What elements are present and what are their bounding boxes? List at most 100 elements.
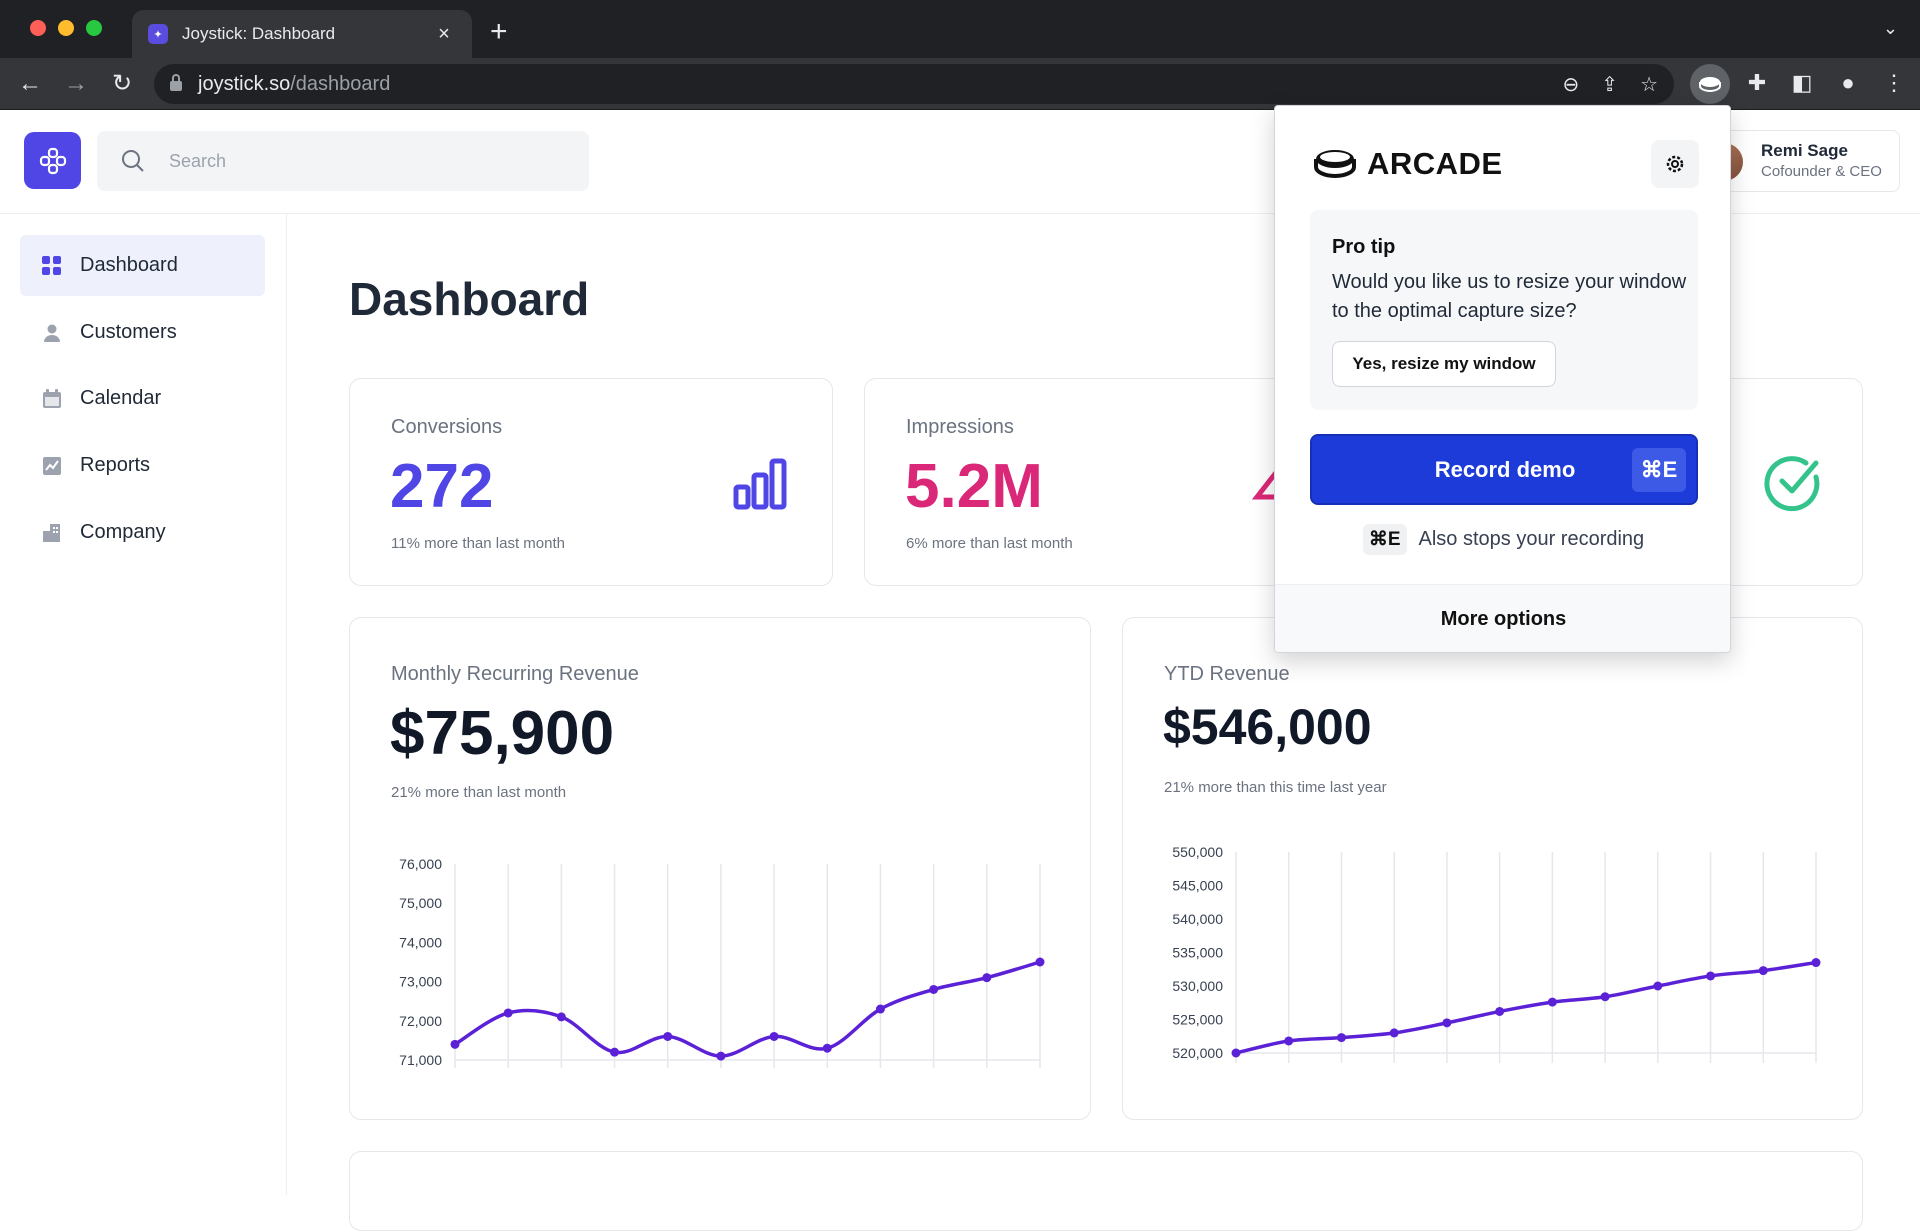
search-placeholder: Search [169, 150, 227, 171]
card-sub: 21% more than last month [391, 784, 567, 801]
stat-sub: 6% more than last month [906, 535, 1073, 552]
joystick-favicon-icon: ✦ [148, 24, 168, 44]
sidebar-item-dashboard[interactable]: Dashboard [20, 235, 265, 296]
conversions-card: Conversions 272 11% more than last month [349, 378, 833, 586]
url-path: /dashboard [290, 72, 391, 95]
pro-tip-box: Pro tip Would you like us to resize your… [1310, 210, 1698, 410]
lock-icon [170, 74, 182, 91]
tab-title: Joystick: Dashboard [182, 24, 336, 43]
y-tick-label: 74,000 [399, 934, 442, 950]
data-point [716, 1051, 726, 1061]
card-value: $75,900 [390, 699, 615, 768]
y-tick-label: 76,000 [399, 856, 442, 872]
data-point [1758, 966, 1768, 976]
close-window-button[interactable] [30, 20, 46, 36]
minimize-window-button[interactable] [58, 20, 74, 36]
sidebar-item-customers[interactable]: Customers [20, 302, 265, 363]
sidebar-item-label: Dashboard [80, 254, 178, 276]
sidebar-item-label: Company [80, 521, 166, 543]
joystick-logo-icon[interactable] [24, 132, 81, 189]
zoom-icon[interactable]: ⊖ [1563, 72, 1580, 97]
stat-value: 5.2M [905, 452, 1043, 521]
resize-window-button[interactable]: Yes, resize my window [1332, 341, 1556, 387]
y-tick-label: 525,000 [1172, 1012, 1223, 1028]
ytd-card: YTD Revenue $546,000 21% more than this … [1122, 617, 1863, 1120]
data-point [1653, 981, 1663, 991]
series-line [454, 960, 1041, 1058]
address-bar[interactable]: joystick.so/dashboard ⊖ ⇪ ☆ [154, 64, 1674, 104]
chart-image-icon [43, 456, 61, 475]
stop-text: Also stops your recording [1418, 528, 1645, 550]
gear-icon [1666, 155, 1684, 173]
mrr-line-chart: 76,000 75,000 74,000 73,000 72,000 71,000 [399, 856, 1045, 1068]
data-point [1284, 1036, 1294, 1046]
y-tick-label: 545,000 [1172, 878, 1223, 894]
y-tick-label: 540,000 [1172, 911, 1223, 927]
sidebar-item-company[interactable]: Company [20, 502, 265, 563]
share-icon[interactable]: ⇪ [1601, 72, 1618, 97]
url-host: joystick.so [198, 72, 291, 95]
sidebar-item-label: Reports [80, 454, 151, 476]
stat-value: 272 [390, 452, 494, 521]
check-circle-icon [1764, 456, 1820, 512]
zoom-window-button[interactable] [86, 20, 102, 36]
browser-tab[interactable]: ✦ Joystick: Dashboard × [132, 10, 472, 58]
stat-label: Impressions [906, 416, 1014, 438]
user-name: Remi Sage [1761, 141, 1848, 160]
data-point [1035, 957, 1045, 967]
page-title: Dashboard [349, 273, 590, 325]
forward-arrow-icon[interactable]: → [62, 70, 90, 98]
search-input[interactable]: Search [97, 131, 589, 191]
data-point [663, 1031, 673, 1041]
back-arrow-icon[interactable]: ← [16, 70, 44, 98]
y-tick-label: 530,000 [1172, 978, 1223, 994]
data-point [503, 1008, 513, 1018]
stop-shortcut: ⌘E [1362, 524, 1407, 555]
chevron-down-icon[interactable]: ⌄ [1883, 18, 1898, 39]
side-panel-icon[interactable]: ◧ [1787, 70, 1817, 96]
stop-hint: ⌘E Also stops your recording [1275, 524, 1730, 555]
data-point [1811, 958, 1821, 968]
card-label: Monthly Recurring Revenue [391, 663, 639, 685]
arcade-wordmark: ARCADE [1367, 146, 1503, 181]
data-point [822, 1043, 832, 1053]
kebab-menu-icon[interactable]: ⋮ [1879, 70, 1909, 96]
new-tab-button[interactable]: + [490, 14, 508, 50]
tip-text: Would you like us to resize your window … [1332, 271, 1687, 322]
bottom-card [349, 1151, 1863, 1231]
card-label: YTD Revenue [1164, 663, 1290, 685]
star-icon[interactable]: ☆ [1640, 72, 1658, 97]
arcade-extension-icon[interactable] [1690, 64, 1730, 104]
card-sub: 21% more than this time last year [1164, 779, 1387, 796]
y-tick-label: 72,000 [399, 1013, 442, 1029]
calendar-icon [43, 388, 61, 408]
arcade-logo: ARCADE [1313, 146, 1503, 182]
card-value: $546,000 [1163, 699, 1372, 755]
close-tab-icon[interactable]: × [432, 23, 456, 46]
data-point [1231, 1048, 1241, 1058]
profile-icon[interactable]: ● [1833, 70, 1863, 96]
data-point [1600, 992, 1610, 1002]
sidebar-item-reports[interactable]: Reports [20, 435, 265, 496]
data-point [1389, 1028, 1399, 1038]
stat-label: Conversions [391, 416, 503, 438]
settings-button[interactable] [1651, 140, 1699, 188]
data-point [875, 1004, 885, 1014]
y-tick-label: 535,000 [1172, 945, 1223, 961]
data-point [556, 1012, 566, 1022]
record-demo-button[interactable]: Record demo ⌘E [1310, 434, 1698, 505]
puzzle-extensions-icon[interactable]: ✚ [1742, 70, 1772, 96]
browser-toolbar: ← → ↻ joystick.so/dashboard ⊖ ⇪ ☆ ✚ ◧ ● … [0, 58, 1920, 110]
grid-icon [42, 255, 61, 275]
data-point [982, 973, 992, 983]
more-options-button[interactable]: More options [1275, 584, 1730, 652]
user-menu[interactable]: Remi Sage Cofounder & CEO [1705, 130, 1900, 192]
sidebar-item-calendar[interactable]: Calendar [20, 368, 265, 429]
data-point [450, 1039, 460, 1049]
reload-icon[interactable]: ↻ [108, 70, 136, 98]
stat-sub: 11% more than last month [391, 535, 565, 552]
search-icon [122, 150, 144, 172]
data-point [929, 984, 939, 994]
data-point [610, 1047, 620, 1057]
sidebar: Dashboard Customers Calendar Reports Com… [0, 214, 287, 1195]
